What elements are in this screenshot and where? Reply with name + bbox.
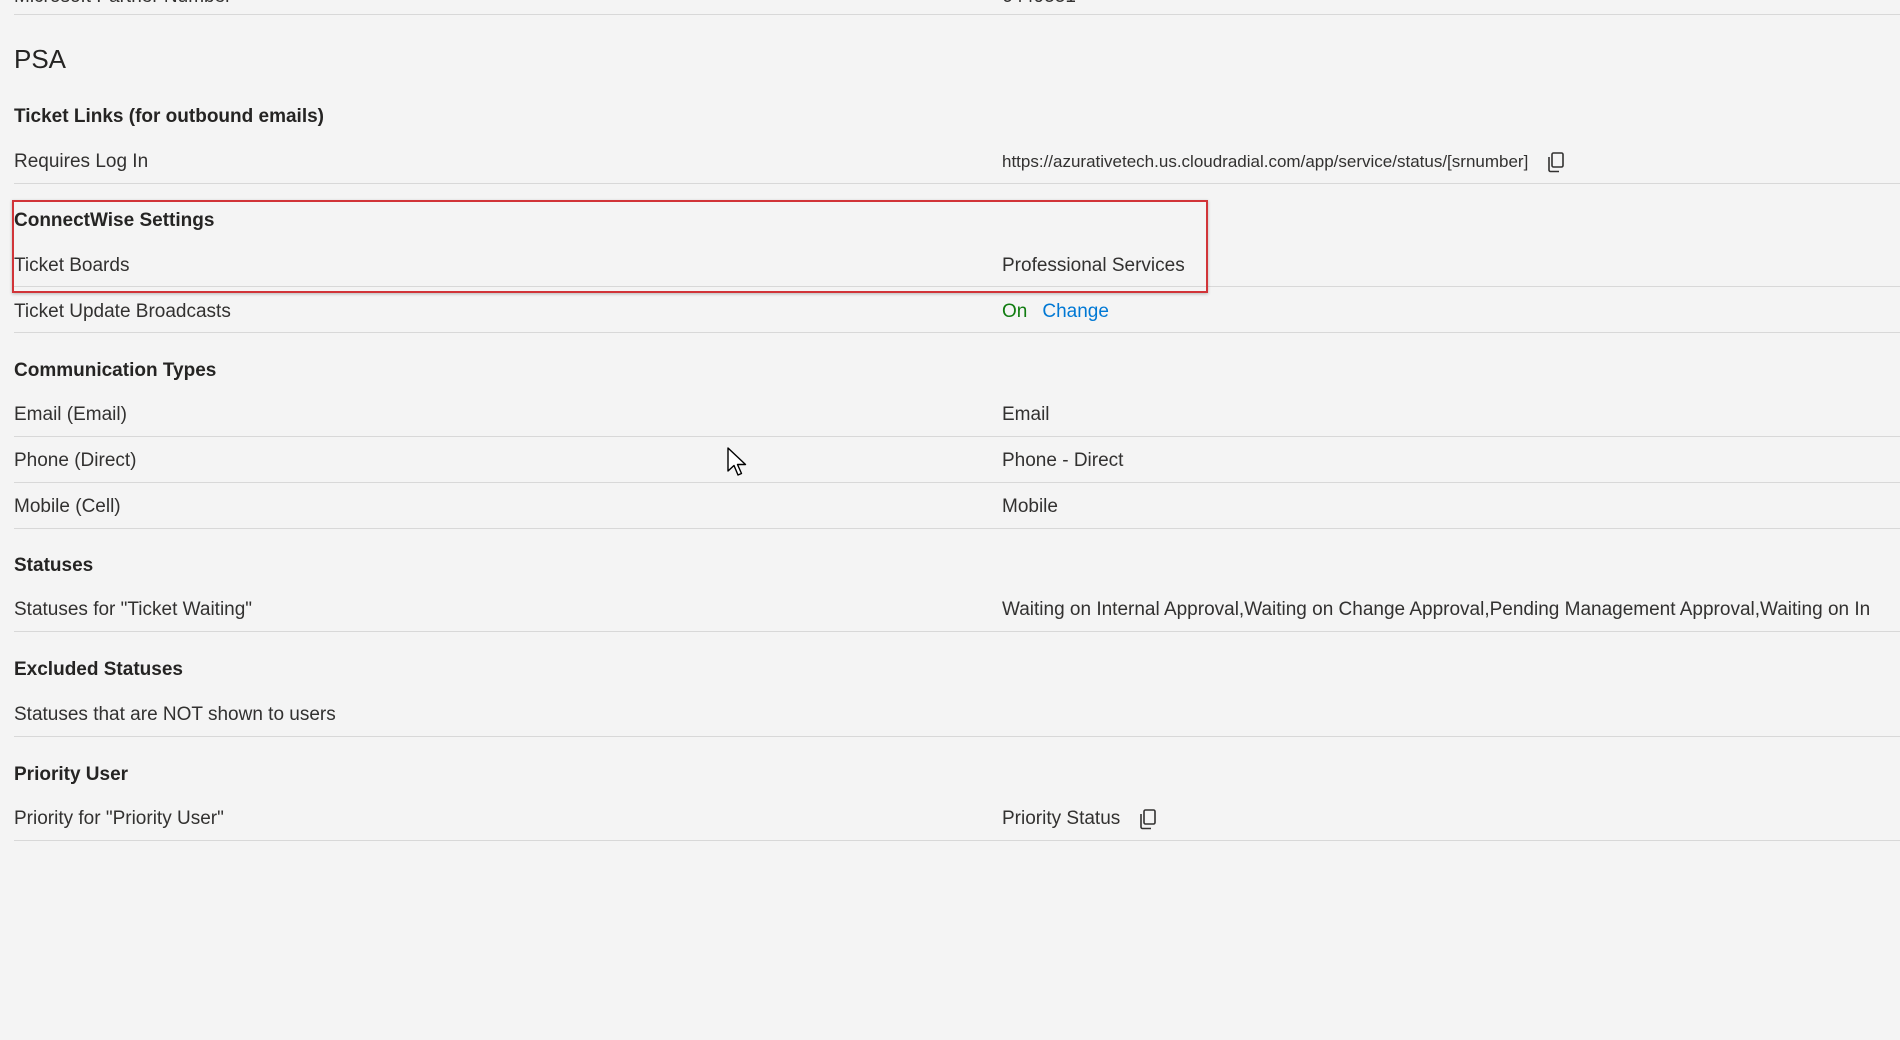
copy-icon[interactable] (1546, 151, 1566, 173)
priority-user-value: Priority Status (1002, 808, 1121, 829)
excluded-statuses-row: Statuses that are NOT shown to users (14, 694, 1900, 737)
statuses-heading: Statuses (14, 555, 94, 576)
excluded-statuses-label: Statuses that are NOT shown to users (14, 704, 336, 725)
excluded-statuses-heading: Excluded Statuses (14, 659, 183, 680)
ticket-boards-row: Ticket Boards Professional Services (14, 246, 1900, 287)
partner-number-value: 6449551 (1002, 0, 1076, 8)
mouse-cursor-icon (726, 447, 748, 477)
ticket-waiting-statuses-row: Statuses for "Ticket Waiting" Waiting on… (14, 589, 1900, 632)
priority-user-heading: Priority User (14, 764, 129, 785)
ticket-update-broadcasts-label: Ticket Update Broadcasts (14, 301, 231, 322)
copy-icon[interactable] (1138, 808, 1158, 830)
priority-user-row: Priority for "Priority User" Priority St… (14, 798, 1900, 841)
connectwise-heading: ConnectWise Settings (14, 210, 215, 231)
comm-type-value: Mobile (1002, 496, 1058, 517)
comm-type-row-mobile: Mobile (Cell) Mobile (14, 486, 1900, 529)
requires-login-label: Requires Log In (14, 151, 149, 172)
comm-type-label: Email (Email) (14, 404, 127, 425)
comm-type-row-email: Email (Email) Email (14, 394, 1900, 437)
ticket-links-heading: Ticket Links (for outbound emails) (14, 106, 325, 127)
section-title: PSA (14, 44, 67, 74)
requires-login-row: Requires Log In https://azurativetech.us… (14, 141, 1900, 184)
priority-user-label: Priority for "Priority User" (14, 808, 224, 829)
ticket-link-url[interactable]: https://azurativetech.us.cloudradial.com… (1002, 152, 1528, 172)
comm-type-value: Email (1002, 404, 1050, 425)
ticket-waiting-statuses-value: Waiting on Internal Approval,Waiting on … (1002, 599, 1871, 620)
partner-number-row: Microsoft Partner Number 6449551 (14, 0, 1900, 15)
comm-type-row-phone: Phone (Direct) Phone - Direct (14, 440, 1900, 483)
broadcasts-status: On (1002, 301, 1028, 322)
comm-type-label: Mobile (Cell) (14, 496, 121, 517)
broadcasts-change-link[interactable]: Change (1042, 301, 1109, 323)
communication-types-heading: Communication Types (14, 360, 217, 381)
comm-type-label: Phone (Direct) (14, 450, 137, 471)
ticket-boards-label: Ticket Boards (14, 255, 130, 276)
ticket-update-broadcasts-row: Ticket Update Broadcasts On Change (14, 292, 1900, 333)
partner-number-label: Microsoft Partner Number (14, 0, 232, 8)
comm-type-value: Phone - Direct (1002, 450, 1124, 471)
ticket-waiting-statuses-label: Statuses for "Ticket Waiting" (14, 599, 253, 620)
ticket-boards-value: Professional Services (1002, 255, 1185, 276)
psa-settings-page: Microsoft Partner Number 6449551 PSA Tic… (0, 0, 1900, 1040)
